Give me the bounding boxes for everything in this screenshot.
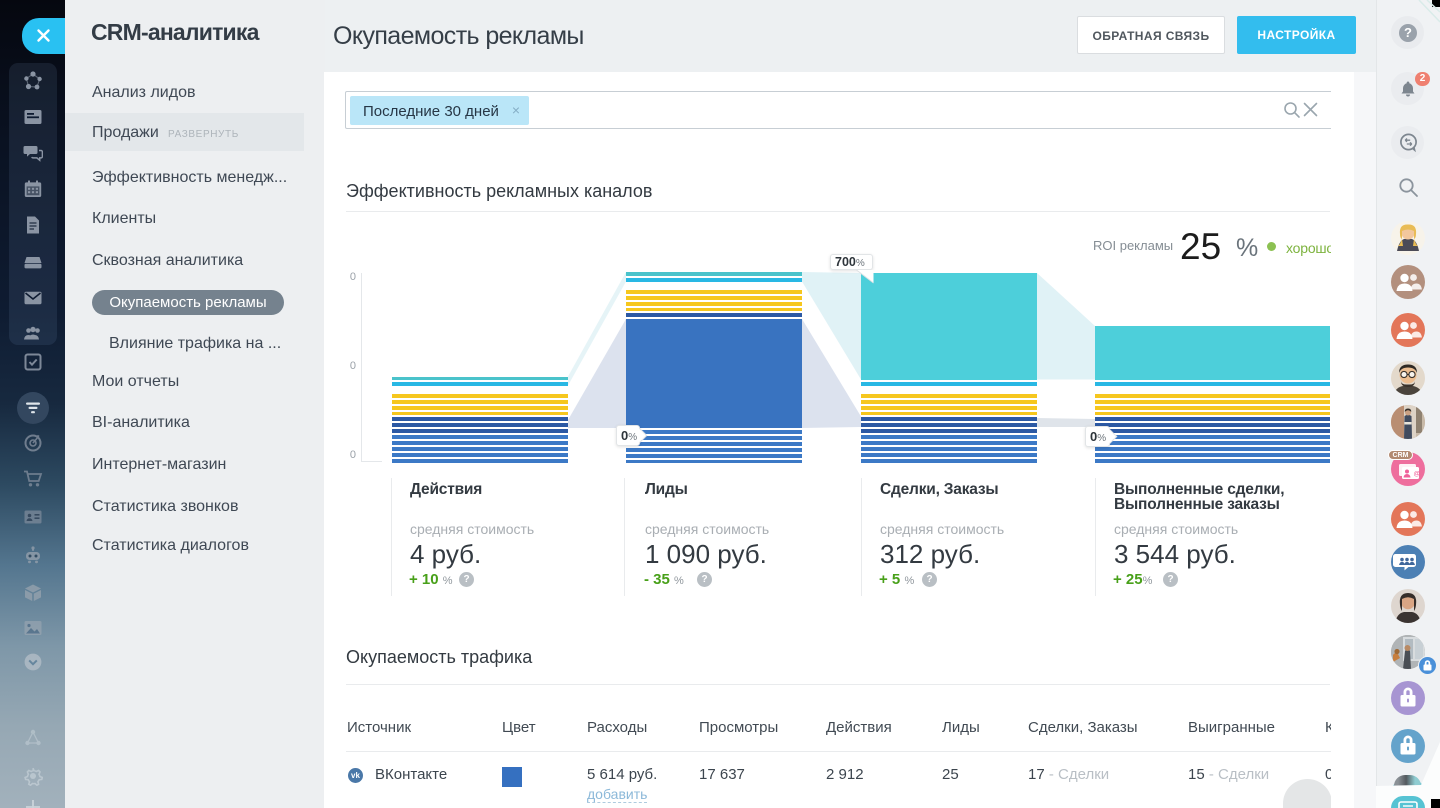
- svg-text:@: @: [1414, 471, 1421, 478]
